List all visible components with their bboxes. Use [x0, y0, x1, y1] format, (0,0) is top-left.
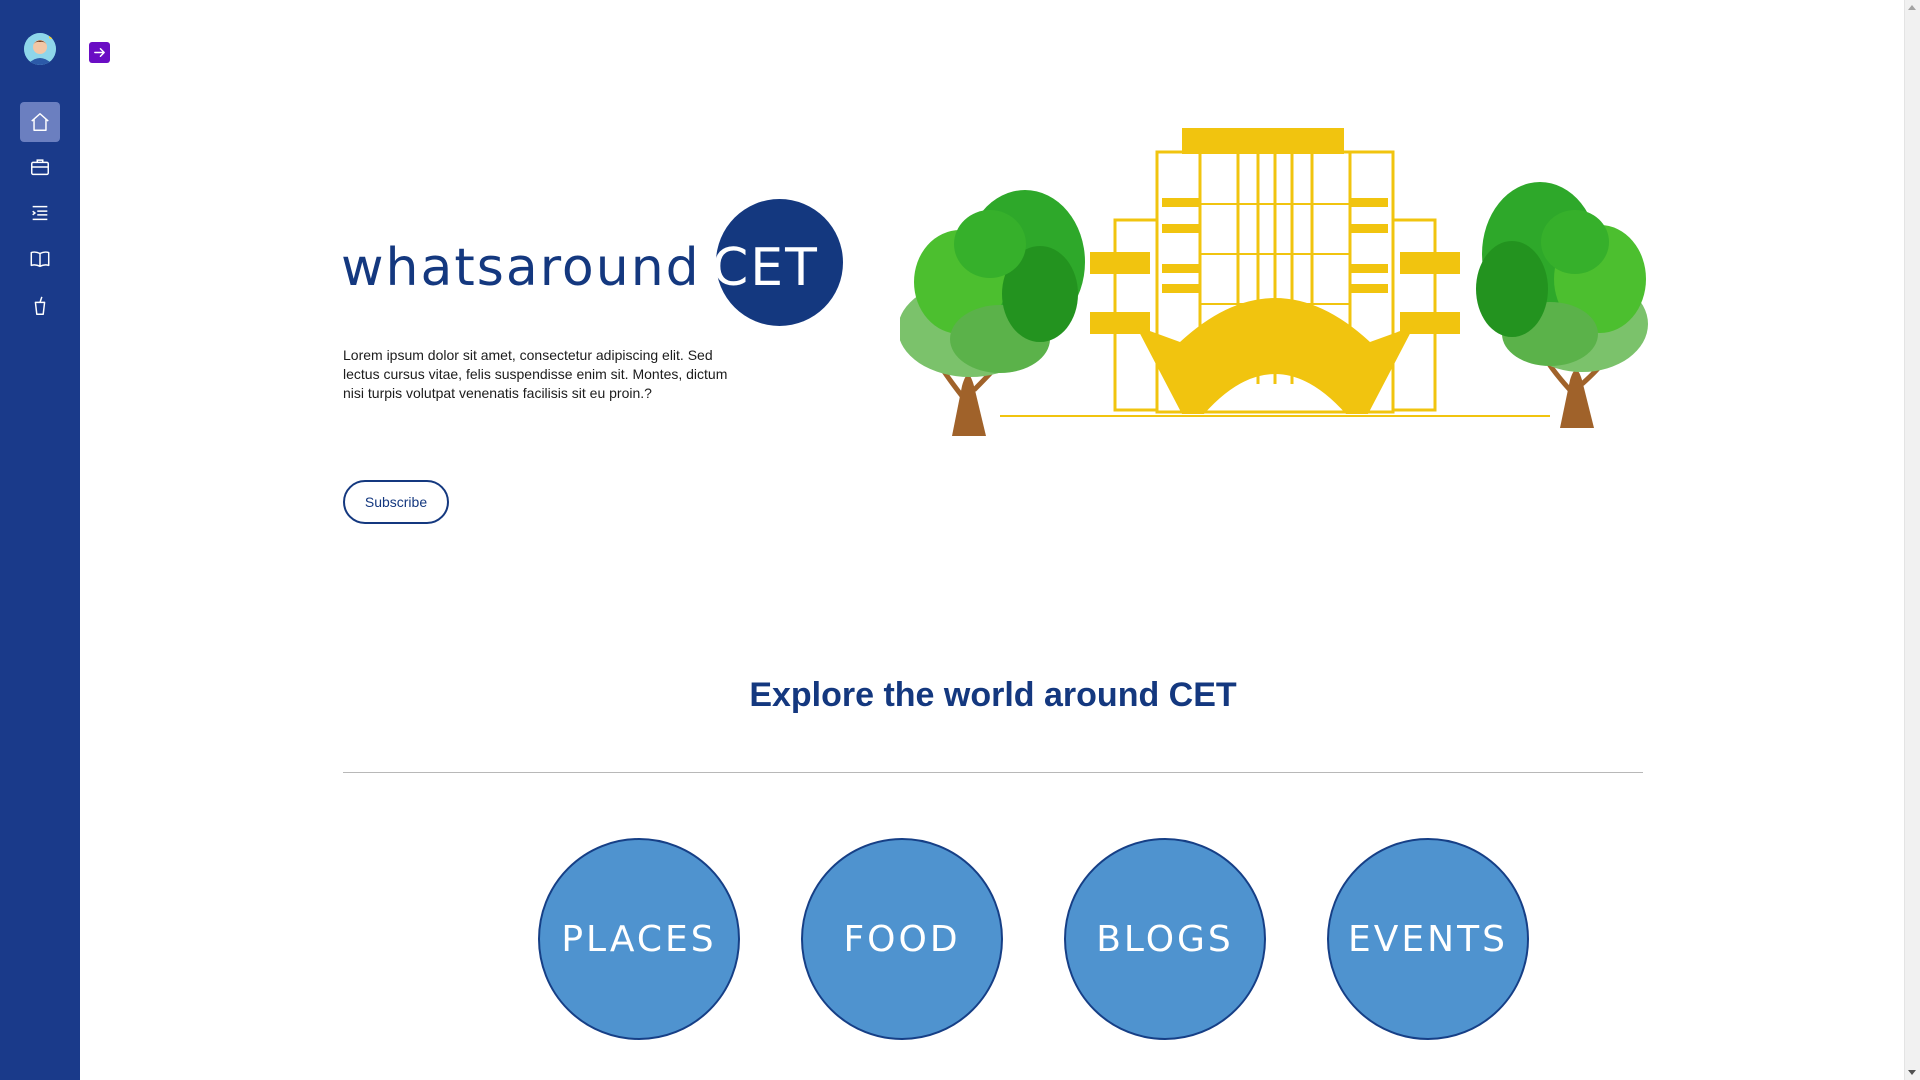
expand-sidebar-button[interactable]	[89, 42, 110, 63]
nav-cup[interactable]	[20, 286, 60, 326]
user-avatar-icon[interactable]	[24, 33, 56, 65]
book-icon	[30, 251, 50, 268]
scroll-up-icon[interactable]	[1908, 5, 1916, 10]
sidebar	[0, 0, 80, 1080]
hero-title-cet: CET	[712, 238, 819, 298]
vertical-scrollbar[interactable]	[1904, 0, 1920, 1080]
nav-book[interactable]	[20, 239, 60, 279]
arrow-right-icon	[94, 48, 105, 57]
cup-icon	[34, 296, 46, 315]
subscribe-button[interactable]: Subscribe	[343, 480, 449, 524]
list-icon	[32, 205, 48, 221]
hero-title: whatsaround	[341, 238, 701, 298]
hero-description: Lorem ipsum dolor sit amet, consectetur …	[343, 347, 728, 401]
home-icon	[31, 113, 49, 131]
category-blogs-button[interactable]: BLOGS	[1064, 838, 1266, 1040]
explore-title: Explore the world around CET	[749, 676, 1237, 714]
nav-list[interactable]	[20, 193, 60, 233]
nav-home[interactable]	[20, 102, 60, 142]
nav-briefcase[interactable]	[20, 147, 60, 187]
scroll-down-icon[interactable]	[1908, 1070, 1916, 1075]
category-food-button[interactable]: FOOD	[801, 838, 1003, 1040]
category-places-button[interactable]: PLACES	[538, 838, 740, 1040]
briefcase-icon	[31, 159, 49, 176]
section-divider	[343, 772, 1643, 773]
campus-building-illustration	[900, 128, 1648, 436]
category-events-button[interactable]: EVENTS	[1327, 838, 1529, 1040]
